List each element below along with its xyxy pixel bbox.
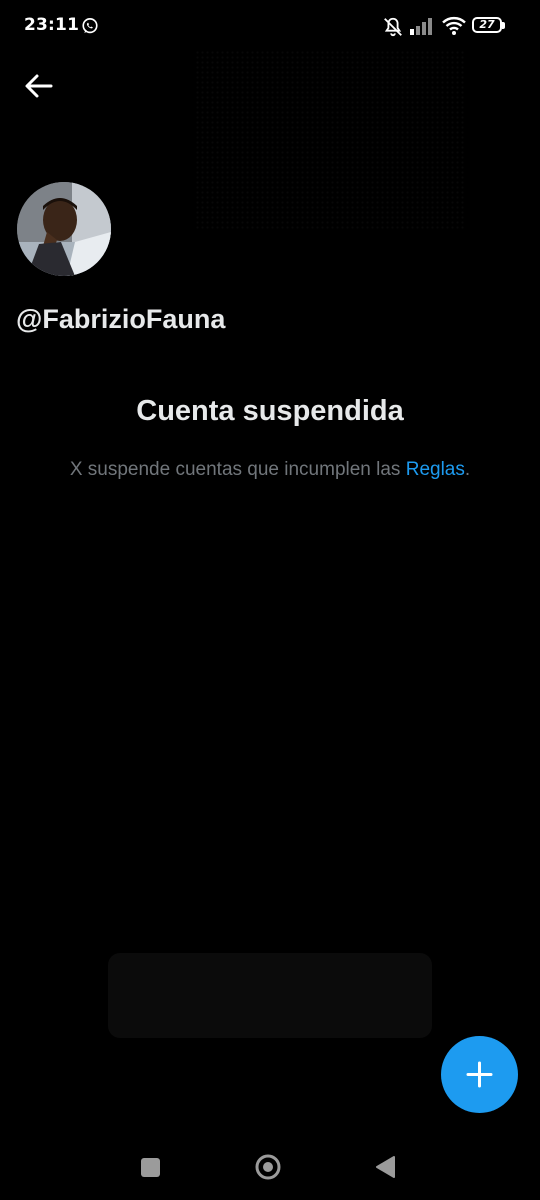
battery-level: 27 xyxy=(479,18,495,31)
battery-cap xyxy=(502,22,505,29)
header-banner xyxy=(195,50,465,230)
empty-placeholder-card xyxy=(108,953,432,1038)
rules-link[interactable]: Reglas xyxy=(406,459,465,480)
profile-handle: @FabrizioFauna xyxy=(16,304,226,334)
suspension-title: Cuenta suspendida xyxy=(136,395,404,427)
nav-back-icon[interactable] xyxy=(374,1155,396,1179)
whatsapp-icon xyxy=(82,18,98,34)
compose-button[interactable] xyxy=(441,1036,518,1113)
suspension-description: X suspende cuentas que incumplen las Reg… xyxy=(0,459,540,481)
suspension-text: X suspende cuentas que incumplen las xyxy=(69,459,406,480)
home-icon[interactable] xyxy=(254,1153,282,1181)
suspension-text-end: . xyxy=(464,459,471,480)
recent-apps-icon[interactable] xyxy=(141,1158,160,1177)
plus-icon xyxy=(466,1061,493,1088)
mute-icon xyxy=(384,17,402,37)
avatar[interactable] xyxy=(17,182,111,276)
status-time: 23:11 xyxy=(24,15,80,35)
wifi-icon xyxy=(442,16,466,35)
avatar-image xyxy=(17,182,111,276)
signal-icon xyxy=(410,18,432,35)
battery-icon: 27 xyxy=(472,17,502,33)
back-arrow-icon[interactable] xyxy=(20,68,58,104)
